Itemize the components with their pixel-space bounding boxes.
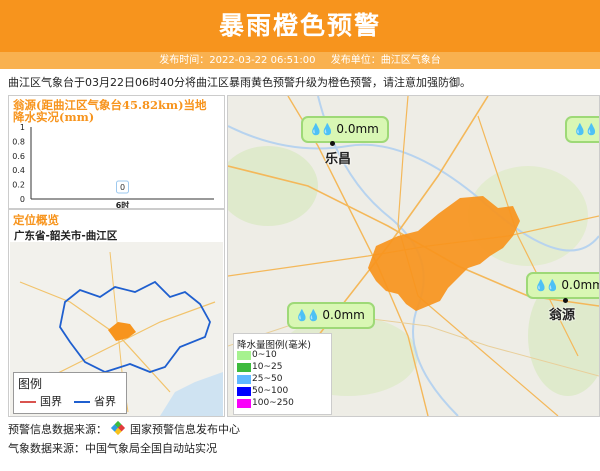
y-tick-label: 0 [20,195,25,204]
rain-chart: 1 0.8 0.6 0.4 0.2 0 0 6时 [12,123,214,208]
page-title: 暴雨橙色预警 [218,11,381,40]
rain-drops-icon: 💧💧 [309,123,334,136]
rain-chart-title: 翁源(距曲江区气象台45.82km)当地降水实况(mm) [13,98,207,124]
x-tick-label: 6时 [116,200,130,208]
national-border-swatch [20,401,36,403]
warning-description: 曲江区气象台于03月22日06时40分将曲江区暴雨黄色预警升级为橙色预警，请注意… [8,76,471,89]
rain-drops-icon: 💧💧 [573,123,598,136]
station-bubble-southwest[interactable]: 💧💧 0.0mm [287,302,375,329]
station-bubble-wengyuan[interactable]: 💧💧 0.0mm [526,272,599,299]
station-bubble-right-edge[interactable]: 💧💧 [565,116,599,143]
rain-legend: 降水量图例(毫米) 0~10 10~25 25~50 50~100 100~25… [233,333,332,415]
weather-source-line: 气象数据来源：中国气象局全国自动站实况 [8,442,217,455]
warning-source-line: 预警信息数据来源： 国家预警信息发布中心 [8,420,240,437]
location-region: 广东省-韶关市-曲江区 [14,230,118,242]
meta-bar: 发布时间：2022-03-22 06:51:00 发布单位：曲江区气象台 [0,52,600,69]
y-tick-label: 0.8 [12,137,25,146]
city-label-wengyuan: 翁源 [549,308,576,323]
warning-source-name[interactable]: 国家预警信息发布中心 [130,423,240,436]
city-label-lechang: 乐昌 [325,152,352,167]
publish-time: 发布时间：2022-03-22 06:51:00 [159,55,316,66]
publisher: 发布单位：曲江区气象台 [330,55,441,66]
header-bar: 暴雨橙色预警 [0,0,600,52]
national-border-label: 国界 [40,395,62,408]
city-dot-wengyuan [563,298,568,303]
rain-chart-panel: 翁源(距曲江区气象台45.82km)当地降水实况(mm) 1 0.8 0.6 0.4 0… [8,95,225,209]
data-label: 0 [120,183,125,192]
y-tick-label: 0.2 [12,181,25,190]
y-tick-label: 0.4 [12,166,25,175]
y-tick-label: 1 [20,123,25,132]
station-bubble-lechang[interactable]: 💧💧 0.0mm [301,116,389,143]
rain-legend-title: 降水量图例(毫米) [237,340,311,351]
map-legend-title: 图例 [18,377,43,391]
location-title: 定位概览 [13,213,59,227]
warning-source-label: 预警信息数据来源： [8,423,107,436]
city-dot-lechang [330,141,335,146]
rain-drops-icon: 💧💧 [534,279,559,292]
map-legend: 图例 国界 省界 [13,372,127,414]
province-border-label: 省界 [94,395,116,408]
province-border-swatch [74,401,90,403]
rain-drops-icon: 💧💧 [295,309,320,322]
y-tick-label: 0.6 [12,152,25,161]
warning-center-logo-icon [110,420,125,436]
